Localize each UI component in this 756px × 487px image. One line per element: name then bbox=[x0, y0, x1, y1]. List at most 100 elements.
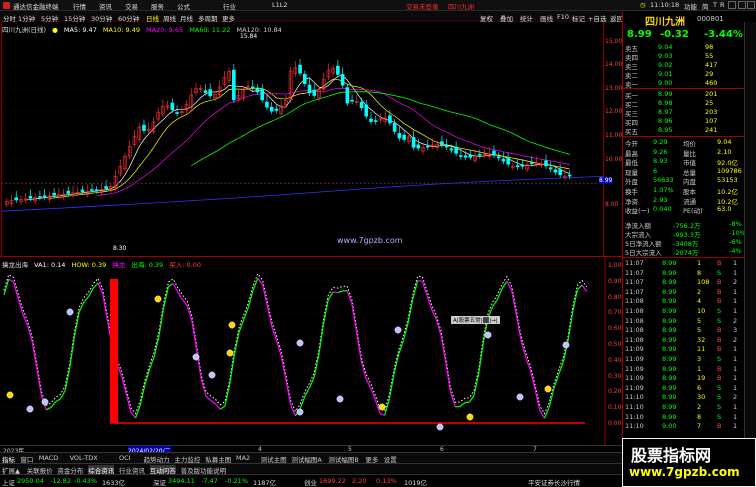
maximize-button[interactable] bbox=[738, 1, 746, 9]
indicator-tab[interactable]: VOL-TDX bbox=[70, 454, 98, 462]
tick-volume: 32 bbox=[697, 335, 706, 344]
smiley-signal-icon bbox=[516, 393, 524, 401]
index-name[interactable]: 深证 bbox=[153, 477, 166, 487]
stat-label: 最低 bbox=[625, 159, 638, 168]
candle-body bbox=[567, 174, 572, 177]
indicator-tab[interactable]: MA2 bbox=[236, 454, 250, 462]
menu-simple[interactable]: 简 bbox=[702, 1, 709, 11]
tick-side: B bbox=[717, 345, 722, 354]
menu-function[interactable]: 功能 bbox=[684, 1, 697, 11]
va1-segment bbox=[520, 340, 527, 358]
price-axis-label: 15.00 bbox=[605, 38, 623, 45]
tick-count: 1 bbox=[733, 374, 738, 383]
app-title: 通达信金融终端 bbox=[13, 3, 59, 11]
ask-price: 9.00 bbox=[658, 79, 673, 87]
smiley-signal-icon bbox=[296, 339, 304, 347]
candle-body bbox=[515, 165, 520, 168]
candle-body bbox=[28, 195, 33, 199]
va1-segment bbox=[182, 299, 188, 307]
float-tooltip[interactable]: A|股票五常|⬛|→| bbox=[451, 316, 500, 324]
indicator-axis-label: 0.20 bbox=[608, 388, 622, 396]
menu-t[interactable]: T bbox=[713, 1, 717, 9]
trade-login-alert[interactable]: 交易未登录 bbox=[406, 1, 439, 11]
stat-row: 换手 1.07% 股本 10.2亿 bbox=[625, 186, 743, 196]
va1-segment bbox=[412, 280, 419, 299]
tick-volume: 11 bbox=[697, 345, 706, 354]
va1-segment bbox=[581, 284, 588, 292]
va1-segment bbox=[323, 299, 329, 324]
minimize-button[interactable] bbox=[728, 1, 736, 9]
kline-chart[interactable] bbox=[0, 22, 622, 257]
tick-side: S bbox=[717, 412, 722, 421]
menu-r[interactable]: R bbox=[720, 1, 725, 9]
tick-time: 11:07 bbox=[625, 278, 644, 287]
va1-segment bbox=[46, 406, 52, 411]
menu-quotes[interactable]: 行情 bbox=[73, 1, 86, 11]
tick-volume: 3 bbox=[697, 355, 702, 363]
va1-segment bbox=[506, 280, 513, 291]
indicator-tab[interactable]: MACD bbox=[39, 454, 58, 462]
tick-time: 11:10 bbox=[625, 412, 644, 421]
candle-body bbox=[255, 88, 260, 93]
panel-pct: -3.44% bbox=[704, 29, 743, 40]
indicator-chart[interactable] bbox=[0, 257, 622, 445]
ask-volume: 29 bbox=[705, 70, 714, 78]
candle-body bbox=[463, 155, 468, 158]
tick-time: 11:09 bbox=[625, 374, 644, 383]
site-watermark-url: www.7gpzb.com bbox=[629, 465, 740, 479]
candle-body bbox=[444, 145, 449, 148]
menu-industry[interactable]: 行业 bbox=[223, 1, 236, 11]
va1-segment bbox=[125, 393, 132, 413]
tick-volume: 5 bbox=[697, 316, 702, 325]
va1-segment bbox=[153, 335, 160, 357]
smiley-signal-icon bbox=[544, 385, 552, 393]
stat-value: 0.040 bbox=[653, 205, 672, 214]
tick-side: B bbox=[717, 335, 722, 344]
chuhai-label: 出海: 0.39 bbox=[131, 261, 164, 269]
candle-body bbox=[397, 133, 402, 139]
right-scrollbar[interactable] bbox=[744, 22, 756, 452]
va1-segment bbox=[492, 298, 498, 307]
stat-label: 总量 bbox=[683, 168, 696, 177]
stat-label: 今开 bbox=[625, 140, 638, 148]
menu-info[interactable]: 资讯 bbox=[99, 1, 112, 11]
candle-body bbox=[411, 136, 416, 148]
candle-body bbox=[468, 154, 473, 158]
stat-label: PE(动) bbox=[683, 207, 703, 216]
candle-body bbox=[232, 69, 236, 101]
smiley-signal-icon bbox=[394, 326, 402, 334]
broker-label: 平安证券长沙行情 bbox=[528, 479, 580, 487]
va1-segment bbox=[473, 373, 480, 396]
index-pct: 0.13% bbox=[376, 477, 397, 485]
candle-body bbox=[477, 154, 482, 156]
index-name[interactable]: 上证 bbox=[2, 477, 15, 487]
va1-segment bbox=[543, 406, 550, 419]
va1-segment bbox=[393, 353, 400, 374]
va1-segment bbox=[139, 384, 146, 406]
va1-segment bbox=[304, 387, 311, 397]
candle-body bbox=[506, 158, 510, 165]
va1-segment bbox=[459, 402, 465, 407]
va1-segment bbox=[205, 396, 212, 401]
low-price-label: 8.30 bbox=[113, 245, 127, 252]
candle-body bbox=[392, 123, 397, 132]
menu-service[interactable]: 服务 bbox=[151, 1, 164, 11]
tick-price: 8.99 bbox=[662, 259, 677, 267]
index-name[interactable]: 创业 bbox=[304, 477, 317, 487]
tick-count: 1 bbox=[733, 412, 738, 421]
toolbar-button[interactable]: F10 bbox=[557, 13, 569, 21]
va1-segment bbox=[191, 321, 198, 351]
menu-l1l2[interactable]: L1L2 bbox=[272, 1, 288, 9]
va1-segment bbox=[172, 283, 179, 293]
stat-value: 9.04 bbox=[717, 138, 732, 146]
candle-body bbox=[269, 106, 274, 112]
bid-volume: 203 bbox=[705, 108, 718, 116]
tick-side: B bbox=[717, 297, 722, 306]
menu-formula[interactable]: 公式 bbox=[177, 1, 190, 11]
tick-price: 8.99 bbox=[662, 383, 677, 392]
close-button[interactable] bbox=[747, 1, 755, 9]
menu-trade[interactable]: 交易 bbox=[125, 1, 138, 11]
indicator-tab[interactable]: OCI bbox=[119, 454, 131, 462]
candle-body bbox=[142, 124, 146, 131]
indicator-name[interactable]: 擒龙出海 bbox=[2, 261, 28, 269]
